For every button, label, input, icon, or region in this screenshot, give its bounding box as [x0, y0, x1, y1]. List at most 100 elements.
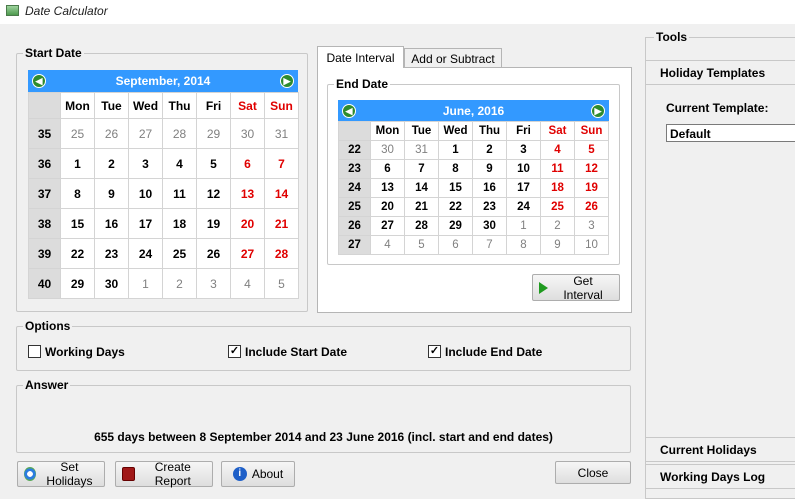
- get-interval-button[interactable]: Get Interval: [532, 274, 620, 302]
- close-button[interactable]: Close: [555, 461, 631, 484]
- end-day-cell[interactable]: 2: [472, 140, 507, 160]
- start-day-cell[interactable]: 25: [162, 238, 197, 269]
- next-month-arrow-icon[interactable]: ▶: [591, 103, 605, 118]
- start-day-cell[interactable]: 3: [128, 148, 163, 179]
- end-day-cell[interactable]: 4: [370, 235, 405, 255]
- end-day-cell[interactable]: 29: [438, 216, 473, 236]
- start-day-cell[interactable]: 6: [230, 148, 265, 179]
- about-button[interactable]: i About: [221, 461, 295, 487]
- start-day-cell[interactable]: 16: [94, 208, 129, 239]
- end-day-cell[interactable]: 22: [438, 197, 473, 217]
- end-day-cell[interactable]: 25: [540, 197, 575, 217]
- end-day-cell[interactable]: 10: [506, 159, 541, 179]
- end-day-cell[interactable]: 18: [540, 178, 575, 198]
- start-day-cell[interactable]: 13: [230, 178, 265, 209]
- end-day-cell[interactable]: 8: [506, 235, 541, 255]
- tab-date-interval[interactable]: Date Interval: [317, 46, 404, 68]
- start-day-cell[interactable]: 24: [128, 238, 163, 269]
- end-day-cell[interactable]: 30: [472, 216, 507, 236]
- working-days-log-header[interactable]: Working Days Log: [646, 464, 795, 489]
- end-day-cell[interactable]: 7: [472, 235, 507, 255]
- start-day-cell[interactable]: 4: [162, 148, 197, 179]
- start-day-cell[interactable]: 5: [196, 148, 231, 179]
- end-day-cell[interactable]: 19: [574, 178, 609, 198]
- start-day-cell[interactable]: 26: [94, 118, 129, 149]
- tab-add-or-subtract[interactable]: Add or Subtract: [404, 48, 502, 68]
- end-day-cell[interactable]: 4: [540, 140, 575, 160]
- end-day-cell[interactable]: 3: [506, 140, 541, 160]
- end-day-cell[interactable]: 12: [574, 159, 609, 179]
- start-day-cell[interactable]: 27: [230, 238, 265, 269]
- prev-month-arrow-icon[interactable]: ◀: [342, 103, 356, 118]
- current-holidays-header[interactable]: Current Holidays: [646, 437, 795, 462]
- end-day-cell[interactable]: 31: [404, 140, 439, 160]
- end-day-cell[interactable]: 3: [574, 216, 609, 236]
- start-day-cell[interactable]: 3: [196, 268, 231, 299]
- start-day-cell[interactable]: 11: [162, 178, 197, 209]
- start-day-cell[interactable]: 14: [264, 178, 299, 209]
- include-end-date-checkbox[interactable]: ✓: [428, 345, 441, 358]
- include-start-date-checkbox[interactable]: ✓: [228, 345, 241, 358]
- start-day-cell[interactable]: 15: [60, 208, 95, 239]
- end-day-cell[interactable]: 21: [404, 197, 439, 217]
- end-day-cell[interactable]: 5: [404, 235, 439, 255]
- start-day-cell[interactable]: 10: [128, 178, 163, 209]
- end-day-cell[interactable]: 7: [404, 159, 439, 179]
- start-day-cell[interactable]: 8: [60, 178, 95, 209]
- start-day-cell[interactable]: 27: [128, 118, 163, 149]
- start-day-cell[interactable]: 23: [94, 238, 129, 269]
- start-day-cell[interactable]: 28: [162, 118, 197, 149]
- start-day-cell[interactable]: 17: [128, 208, 163, 239]
- end-day-cell[interactable]: 1: [506, 216, 541, 236]
- start-day-cell[interactable]: 7: [264, 148, 299, 179]
- prev-month-arrow-icon[interactable]: ◀: [32, 74, 46, 88]
- current-template-select[interactable]: Default: [666, 124, 795, 142]
- holiday-templates-header[interactable]: Holiday Templates: [646, 60, 795, 85]
- end-day-cell[interactable]: 15: [438, 178, 473, 198]
- start-day-cell[interactable]: 1: [128, 268, 163, 299]
- start-day-cell[interactable]: 30: [230, 118, 265, 149]
- start-day-cell[interactable]: 2: [162, 268, 197, 299]
- end-day-cell[interactable]: 9: [472, 159, 507, 179]
- end-day-cell[interactable]: 16: [472, 178, 507, 198]
- end-day-cell[interactable]: 6: [438, 235, 473, 255]
- end-day-cell[interactable]: 8: [438, 159, 473, 179]
- end-day-cell[interactable]: 14: [404, 178, 439, 198]
- create-report-button[interactable]: Create Report: [115, 460, 213, 488]
- end-day-cell[interactable]: 24: [506, 197, 541, 217]
- start-day-cell[interactable]: 18: [162, 208, 197, 239]
- end-day-cell[interactable]: 13: [370, 178, 405, 198]
- start-day-cell[interactable]: 26: [196, 238, 231, 269]
- end-day-cell[interactable]: 2: [540, 216, 575, 236]
- start-day-cell[interactable]: 2: [94, 148, 129, 179]
- start-day-cell[interactable]: 25: [60, 118, 95, 149]
- start-day-cell[interactable]: 29: [60, 268, 95, 299]
- next-month-arrow-icon[interactable]: ▶: [280, 74, 294, 88]
- start-day-cell[interactable]: 5: [264, 268, 299, 299]
- end-day-cell[interactable]: 10: [574, 235, 609, 255]
- start-day-cell[interactable]: 30: [94, 268, 129, 299]
- end-day-cell[interactable]: 28: [404, 216, 439, 236]
- end-day-cell[interactable]: 9: [540, 235, 575, 255]
- start-day-cell[interactable]: 29: [196, 118, 231, 149]
- start-day-cell[interactable]: 22: [60, 238, 95, 269]
- end-day-cell[interactable]: 17: [506, 178, 541, 198]
- start-day-cell[interactable]: 19: [196, 208, 231, 239]
- end-day-cell[interactable]: 30: [370, 140, 405, 160]
- end-day-cell[interactable]: 6: [370, 159, 405, 179]
- start-day-cell[interactable]: 4: [230, 268, 265, 299]
- start-day-cell[interactable]: 1: [60, 148, 95, 179]
- end-day-cell[interactable]: 1: [438, 140, 473, 160]
- end-day-cell[interactable]: 27: [370, 216, 405, 236]
- start-day-cell[interactable]: 9: [94, 178, 129, 209]
- end-day-cell[interactable]: 20: [370, 197, 405, 217]
- start-day-cell[interactable]: 20: [230, 208, 265, 239]
- start-day-cell[interactable]: 31: [264, 118, 299, 149]
- end-day-cell[interactable]: 11: [540, 159, 575, 179]
- end-day-cell[interactable]: 23: [472, 197, 507, 217]
- end-day-cell[interactable]: 26: [574, 197, 609, 217]
- start-day-cell[interactable]: 28: [264, 238, 299, 269]
- start-day-cell[interactable]: 12: [196, 178, 231, 209]
- end-day-cell[interactable]: 5: [574, 140, 609, 160]
- working-days-checkbox[interactable]: [28, 345, 41, 358]
